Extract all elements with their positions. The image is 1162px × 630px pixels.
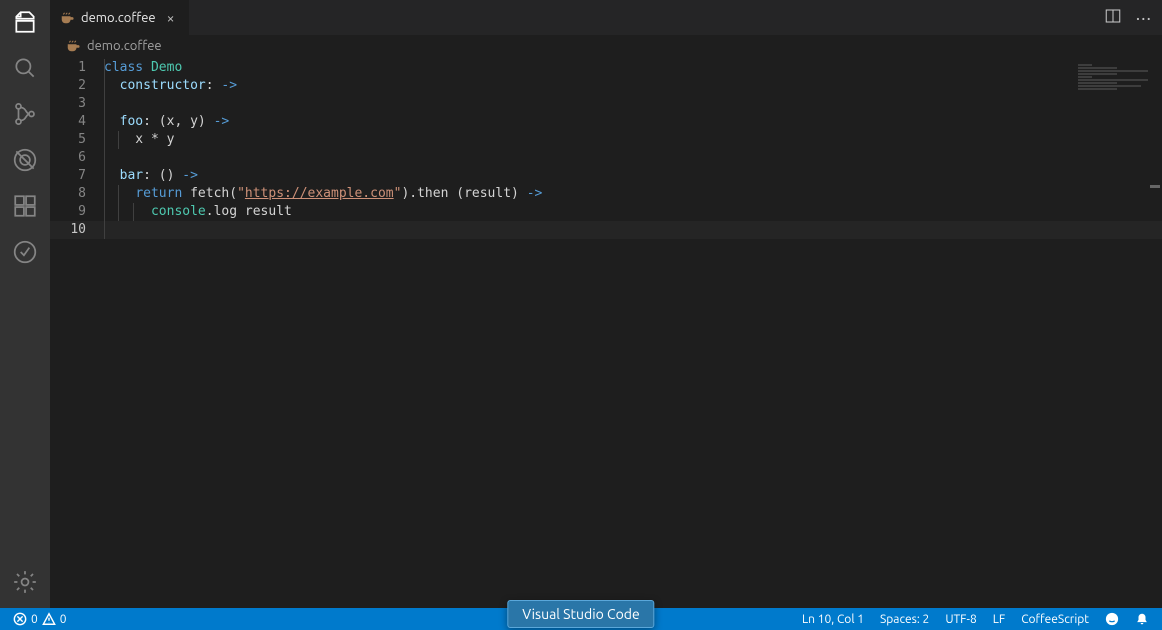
code-content: class Demo: [104, 59, 182, 77]
code-content: foo: (x, y) ->: [104, 113, 229, 131]
code-line[interactable]: 2 constructor: ->: [50, 77, 1162, 95]
file-tab[interactable]: demo.coffee ×: [50, 0, 190, 35]
line-number: 4: [50, 113, 104, 131]
taskbar-app-label: Visual Studio Code: [522, 606, 639, 622]
line-number: 8: [50, 185, 104, 203]
code-content: constructor: ->: [104, 77, 237, 95]
status-warnings-count: 0: [60, 613, 67, 626]
line-number: 1: [50, 59, 104, 77]
code-line[interactable]: 9 console.log result: [50, 203, 1162, 221]
activity-custom[interactable]: [11, 238, 39, 266]
status-errors-count: 0: [31, 613, 38, 626]
taskbar-app-button[interactable]: Visual Studio Code: [507, 600, 654, 628]
breadcrumb[interactable]: demo.coffee: [50, 35, 1162, 57]
status-language[interactable]: CoffeeScript: [1016, 608, 1094, 630]
code-content: bar: () ->: [104, 167, 198, 185]
tab-filename: demo.coffee: [81, 11, 156, 25]
status-notifications-icon[interactable]: [1130, 608, 1154, 630]
editor-area: demo.coffee × ··· demo.coffee: [50, 0, 1162, 608]
line-number: 6: [50, 149, 104, 167]
status-eol[interactable]: LF: [988, 608, 1010, 630]
overview-ruler[interactable]: [1150, 57, 1160, 608]
status-feedback-icon[interactable]: [1100, 608, 1124, 630]
line-number: 10: [50, 221, 104, 239]
activity-settings[interactable]: [11, 568, 39, 596]
activity-explorer[interactable]: [11, 8, 39, 36]
breadcrumb-filename: demo.coffee: [87, 39, 162, 53]
activity-extensions[interactable]: [11, 192, 39, 220]
status-bar: 0 0 Ln 10, Col 1 Spaces: 2 UTF-8 LF Coff…: [0, 608, 1162, 630]
status-problems[interactable]: 0 0: [8, 608, 72, 630]
code-line[interactable]: 10: [50, 221, 1162, 239]
close-tab-icon[interactable]: ×: [163, 10, 179, 26]
line-number: 9: [50, 203, 104, 221]
code-content: console.log result: [104, 203, 292, 221]
code-line[interactable]: 5 x * y: [50, 131, 1162, 149]
code-editor[interactable]: 1class Demo2 constructor: ->34 foo: (x, …: [50, 57, 1162, 608]
code-line[interactable]: 8 return fetch("https://example.com").th…: [50, 185, 1162, 203]
split-editor-icon[interactable]: [1104, 7, 1122, 29]
code-line[interactable]: 4 foo: (x, y) ->: [50, 113, 1162, 131]
activity-debug[interactable]: [11, 146, 39, 174]
line-number: 7: [50, 167, 104, 185]
coffeescript-icon: [60, 11, 74, 25]
code-line[interactable]: 1class Demo: [50, 59, 1162, 77]
status-encoding[interactable]: UTF-8: [940, 608, 981, 630]
code-content: x * y: [104, 131, 174, 149]
code-line[interactable]: 7 bar: () ->: [50, 167, 1162, 185]
status-indentation[interactable]: Spaces: 2: [875, 608, 934, 630]
tab-bar: demo.coffee × ···: [50, 0, 1162, 35]
code-line[interactable]: 6: [50, 149, 1162, 167]
code-line[interactable]: 3: [50, 95, 1162, 113]
line-number: 3: [50, 95, 104, 113]
coffeescript-icon: [66, 39, 80, 53]
status-cursor-position[interactable]: Ln 10, Col 1: [797, 608, 869, 630]
activity-bar: [0, 0, 50, 608]
activity-source-control[interactable]: [11, 100, 39, 128]
activity-search[interactable]: [11, 54, 39, 82]
code-content: return fetch("https://example.com").then…: [104, 185, 542, 203]
line-number: 2: [50, 77, 104, 95]
line-number: 5: [50, 131, 104, 149]
